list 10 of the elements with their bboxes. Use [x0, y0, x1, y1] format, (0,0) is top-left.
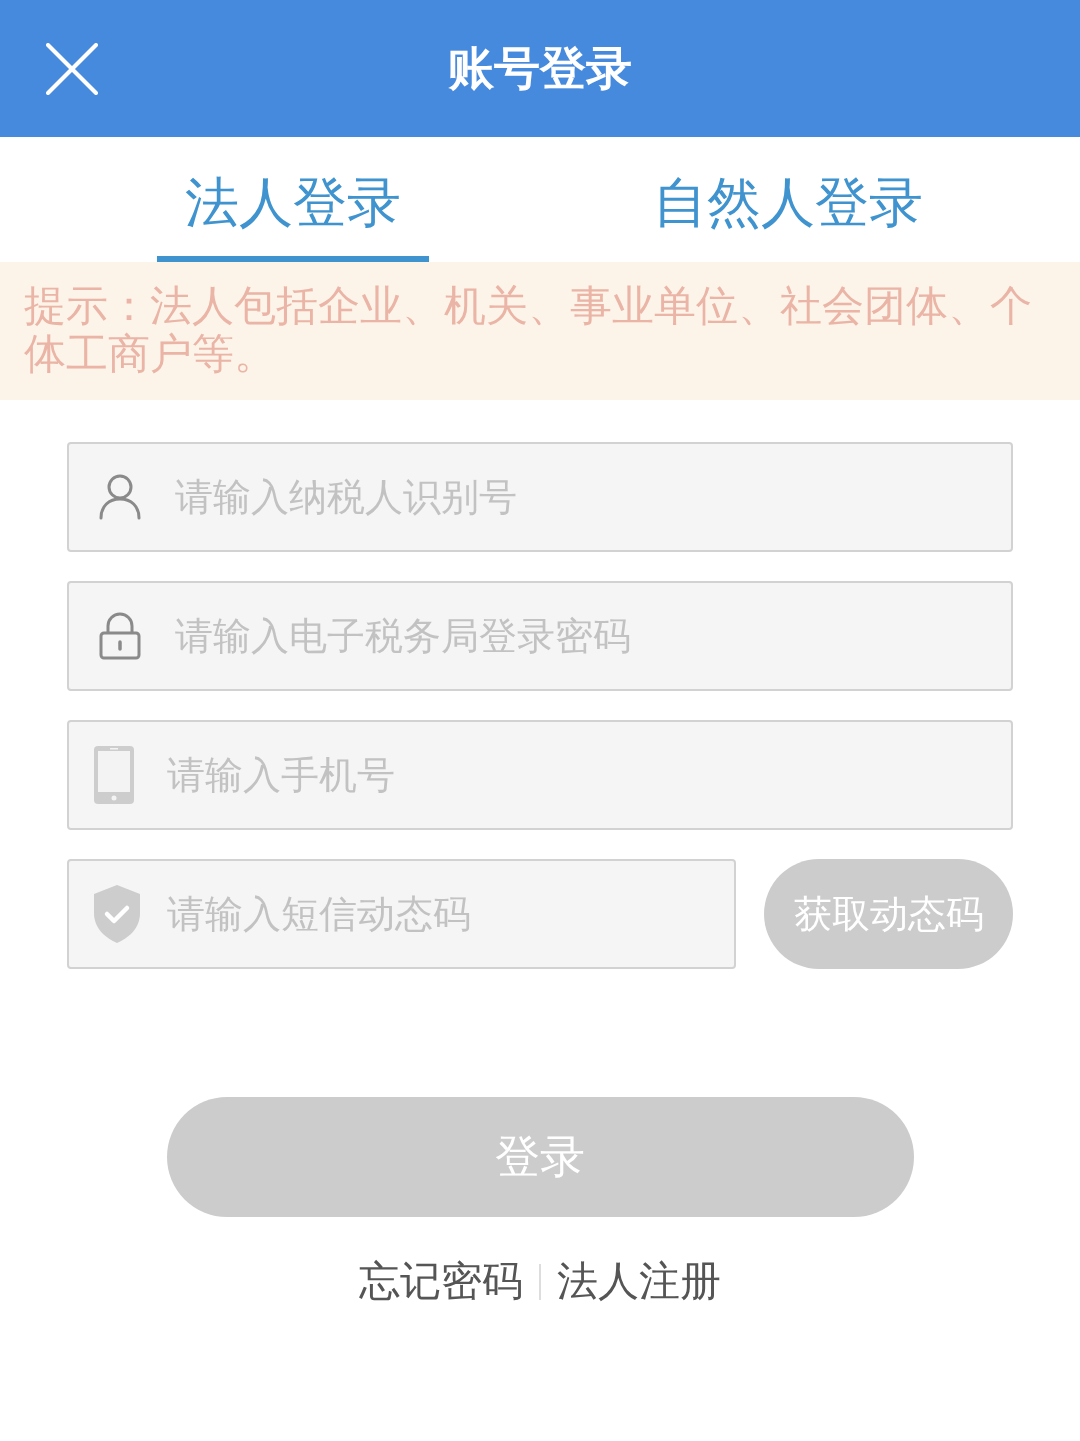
close-icon — [46, 42, 98, 95]
phone-icon — [94, 746, 134, 804]
person-icon — [99, 474, 141, 520]
footer-link[interactable]: 忘记密码 — [359, 1257, 523, 1307]
footer-link[interactable]: 法人注册 — [557, 1257, 721, 1307]
shield-check-icon — [94, 885, 140, 943]
login-tab[interactable]: 自然人登录 — [624, 171, 951, 262]
lock-icon — [99, 612, 141, 660]
notice-text: 提示：法人包括企业、机关、事业单位、社会团体、个体工商户等。 — [24, 282, 1033, 378]
page-title: 账号登录 — [448, 40, 632, 95]
